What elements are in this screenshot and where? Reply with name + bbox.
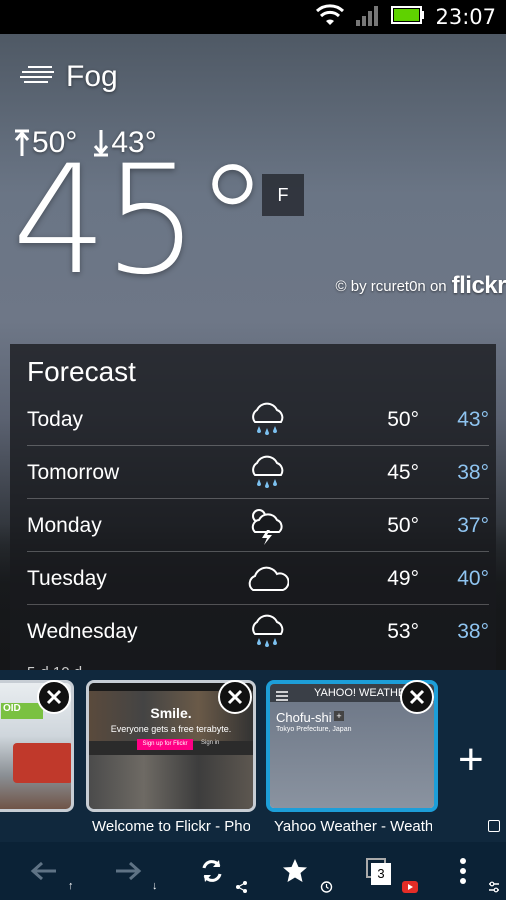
back-button[interactable] [24, 842, 64, 900]
status-bar: 23:07 [0, 0, 506, 34]
wifi-icon [315, 3, 345, 32]
forecast-low: 38° [457, 620, 489, 643]
youtube-icon[interactable] [402, 880, 418, 898]
menu-button[interactable] [450, 842, 476, 900]
refresh-icon [202, 860, 222, 882]
tab-preview-button: Sign up for Flickr [137, 739, 193, 750]
arrow-left-icon [30, 861, 56, 881]
battery-icon [391, 5, 425, 29]
forecast-day: Wednesday [27, 620, 138, 643]
forecast-high: 50° [387, 513, 419, 537]
forecast-title: Forecast [27, 356, 136, 387]
forecast-high: 49° [387, 566, 419, 590]
flickr-logo: flickr [451, 272, 506, 299]
star-icon [283, 859, 307, 882]
bookmark-button[interactable] [278, 842, 312, 900]
forecast-low: 43° [457, 407, 489, 431]
tab-switcher: OID Smile. Everyone gets a free terabyte… [0, 670, 506, 842]
forecast-row[interactable]: Monday 50° 37° [27, 500, 489, 552]
forecast-row[interactable]: Tuesday 49° 40° [27, 553, 489, 605]
thunderstorm-icon [237, 506, 297, 546]
settings-icon[interactable] [488, 880, 500, 898]
tab-title[interactable]: Welcome to Flickr - Pho [92, 818, 250, 835]
forecast-high: 53° [387, 620, 419, 643]
forecast-day: Tomorrow [27, 460, 120, 484]
tab-preview-signin: Sign in [201, 740, 220, 746]
tabs-icon: 3 [366, 858, 392, 885]
forecast-card: Forecast Today 50° 43° Tomorrow 45° 38° … [10, 344, 496, 674]
rain-cloud-icon [237, 400, 297, 440]
close-tab-icon[interactable] [400, 680, 434, 714]
signal-icon [355, 4, 381, 31]
tab-preview-region: Tokyo Prefecture, Japan [276, 726, 352, 733]
arrow-right-icon [116, 861, 142, 881]
forecast-day: Today [27, 407, 84, 431]
forecast-high: 45° [387, 460, 419, 484]
tab-preview-label: OID [1, 703, 43, 719]
share-icon[interactable] [236, 880, 248, 898]
tab-count: 3 [371, 863, 391, 885]
arrow-up-small-icon: ↑ [68, 880, 74, 892]
condition-label: Fog [66, 60, 118, 93]
refresh-button[interactable] [192, 842, 232, 900]
forecast-low: 37° [457, 513, 489, 537]
forecast-row[interactable]: Tomorrow 45° 38° [27, 447, 489, 499]
add-tab-button[interactable]: + [458, 738, 484, 782]
clock: 23:07 [435, 5, 496, 29]
add-location-icon: + [334, 711, 344, 721]
alarm-icon[interactable] [320, 880, 333, 898]
overflow-menu-icon [460, 858, 466, 884]
weather-condition: Fog [18, 60, 118, 94]
tab-preview-city: Chofu-shi [276, 710, 332, 725]
credit-text: © by rcuret0n on [335, 277, 447, 295]
cloud-icon [237, 562, 297, 596]
close-tab-icon[interactable] [218, 680, 252, 714]
forward-button[interactable] [108, 842, 148, 900]
tab-title[interactable]: Yahoo Weather - Weath [274, 818, 432, 835]
forecast-high: 50° [387, 407, 419, 431]
forecast-low: 38° [457, 460, 489, 484]
photo-credit[interactable]: © by rcuret0n on flickr [336, 272, 506, 300]
tabs-button[interactable]: 3 [362, 842, 396, 900]
forecast-low: 40° [457, 566, 489, 590]
arrow-down-small-icon: ↓ [152, 880, 158, 892]
tab-preview-sub: Everyone gets a free terabyte. [110, 724, 232, 734]
tab-preview-image [13, 743, 71, 783]
rain-cloud-icon [237, 453, 297, 493]
forecast-row[interactable]: Wednesday 53° 38° [27, 606, 489, 658]
close-tab-icon[interactable] [37, 680, 71, 714]
current-temperature: 45° [12, 134, 270, 308]
tab-preview-brand: YAHOO! WEATHER [314, 687, 414, 699]
menu-icon [276, 688, 288, 701]
unit-toggle-button[interactable]: F [262, 174, 304, 216]
forecast-day: Monday [27, 513, 102, 537]
tab-options-icon[interactable] [488, 820, 500, 832]
fog-icon [18, 65, 56, 90]
bottom-toolbar: ↑ ↓ 3 [0, 842, 506, 900]
rain-cloud-icon [237, 612, 297, 652]
tab-preview-gallery [89, 755, 253, 809]
forecast-day: Tuesday [27, 566, 107, 590]
forecast-row[interactable]: Today 50° 43° [27, 394, 489, 446]
